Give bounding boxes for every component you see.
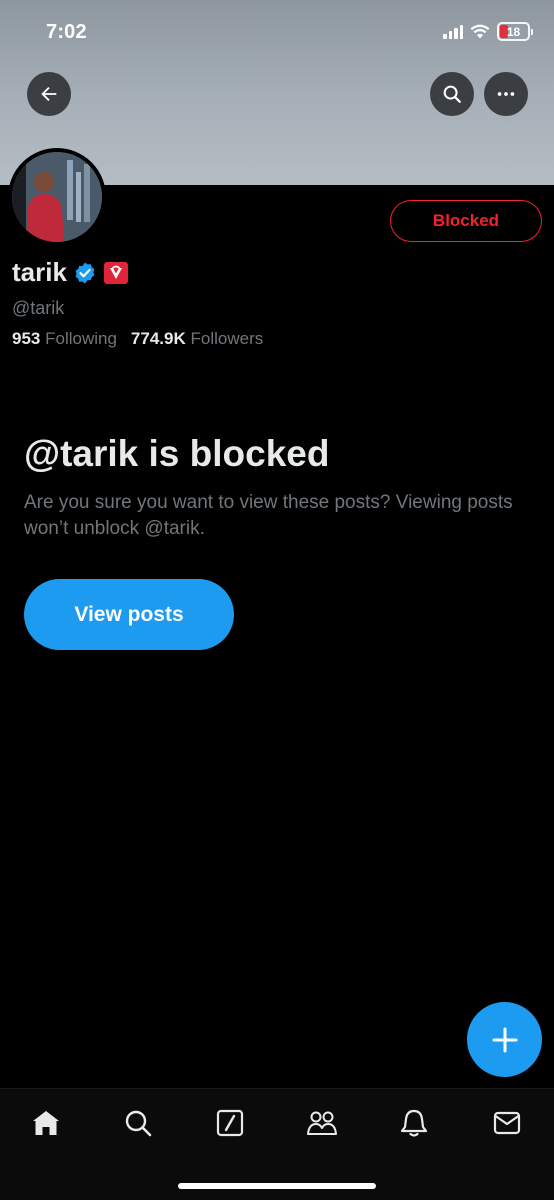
affiliate-badge-icon[interactable] xyxy=(103,261,129,285)
followers-stat[interactable]: 774.9K Followers xyxy=(131,329,263,349)
profile-name: tarik xyxy=(12,257,67,287)
verified-badge-icon[interactable] xyxy=(73,261,97,285)
following-count: 953 xyxy=(12,329,41,348)
arrow-left-icon xyxy=(41,86,57,102)
followers-count: 774.9K xyxy=(130,329,186,348)
profile-name-row: tarik xyxy=(12,257,129,288)
following-label: Following xyxy=(45,329,117,348)
grok-icon xyxy=(216,1109,244,1137)
tab-grok[interactable] xyxy=(210,1103,250,1143)
notifications-icon xyxy=(400,1109,428,1137)
profile-stats: 953 Following 774.9K Followers xyxy=(12,329,263,349)
back-button[interactable] xyxy=(27,72,71,116)
more-button[interactable] xyxy=(484,72,528,116)
tab-messages[interactable] xyxy=(487,1103,527,1143)
communities-icon xyxy=(307,1111,337,1135)
tab-explore[interactable] xyxy=(118,1103,158,1143)
blocked-notice-title: @tarik is blocked xyxy=(24,433,330,474)
tab-communities[interactable] xyxy=(302,1103,342,1143)
following-stat[interactable]: 953 Following xyxy=(12,329,117,349)
avatar-image xyxy=(12,152,102,242)
avatar[interactable] xyxy=(8,148,106,246)
search-button[interactable] xyxy=(430,72,474,116)
blocked-button[interactable]: Blocked xyxy=(390,200,542,242)
tab-home[interactable] xyxy=(26,1103,66,1143)
plus-icon xyxy=(492,1027,517,1052)
profile-screen: 7:02 18 Blocked tarik @tarik 953 Followi… xyxy=(0,0,554,1200)
followers-label: Followers xyxy=(190,329,264,348)
status-icons: 18 xyxy=(443,22,533,41)
tab-notifications[interactable] xyxy=(394,1103,434,1143)
home-indicator xyxy=(178,1183,376,1189)
battery-icon: 18 xyxy=(497,22,533,41)
signal-icon xyxy=(443,24,463,39)
profile-handle: @tarik xyxy=(12,298,65,318)
battery-level: 18 xyxy=(506,24,521,39)
status-time: 7:02 xyxy=(46,21,87,43)
messages-icon xyxy=(493,1111,521,1135)
compose-button[interactable] xyxy=(467,1002,542,1077)
blocked-notice-description: Are you sure you want to view these post… xyxy=(24,492,513,539)
home-icon xyxy=(33,1111,59,1135)
search-icon xyxy=(443,85,461,103)
explore-icon xyxy=(125,1110,152,1137)
wifi-icon xyxy=(470,24,490,39)
more-dots-icon xyxy=(497,92,515,96)
view-posts-button[interactable]: View posts xyxy=(24,579,234,650)
